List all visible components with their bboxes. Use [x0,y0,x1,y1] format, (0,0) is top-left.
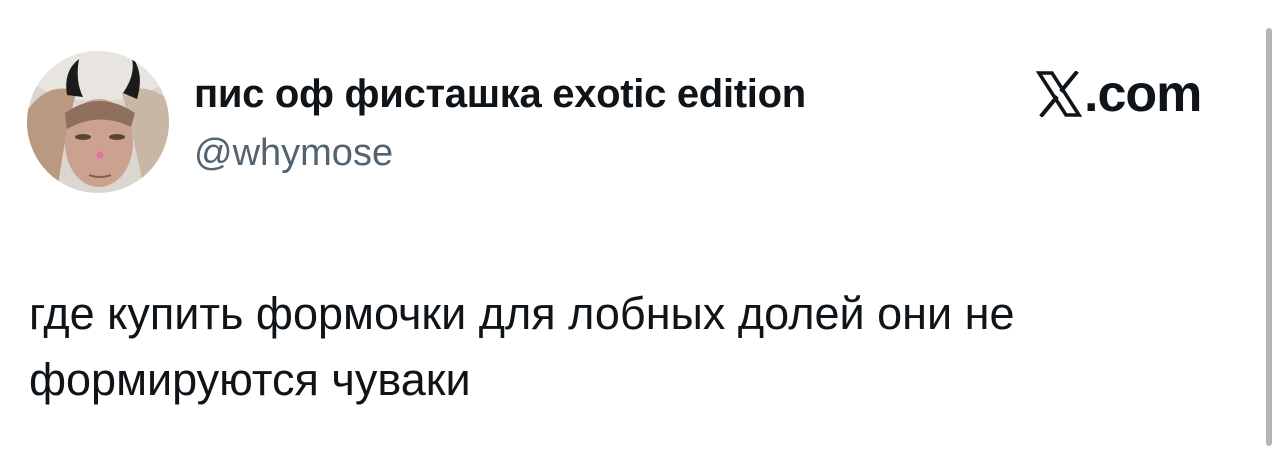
x-logo: .com [1036,65,1202,123]
author-display-name[interactable]: пис оф фисташка exotic edition [194,72,806,117]
x-icon [1036,71,1082,117]
x-domain-label: .com [1084,65,1202,123]
avatar-photo [27,51,169,193]
tweet-text: где купить формочки для лобных долей они… [29,288,1015,405]
tweet-card: пис оф фисташка exotic edition @whymose … [0,0,1284,449]
author-handle[interactable]: @whymose [194,132,393,175]
scrollbar[interactable] [1266,28,1272,446]
avatar[interactable] [27,51,169,193]
